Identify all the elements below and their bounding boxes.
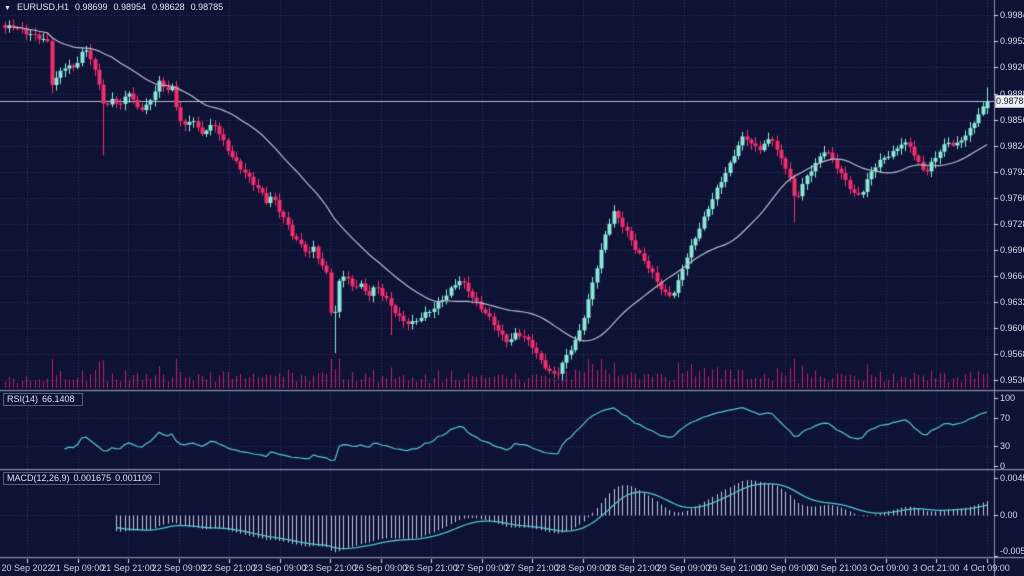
chart-canvas[interactable] [0, 0, 1024, 576]
trading-chart-window: ▼EURUSD,H10.986990.989540.986280.98785 0… [0, 0, 1024, 576]
